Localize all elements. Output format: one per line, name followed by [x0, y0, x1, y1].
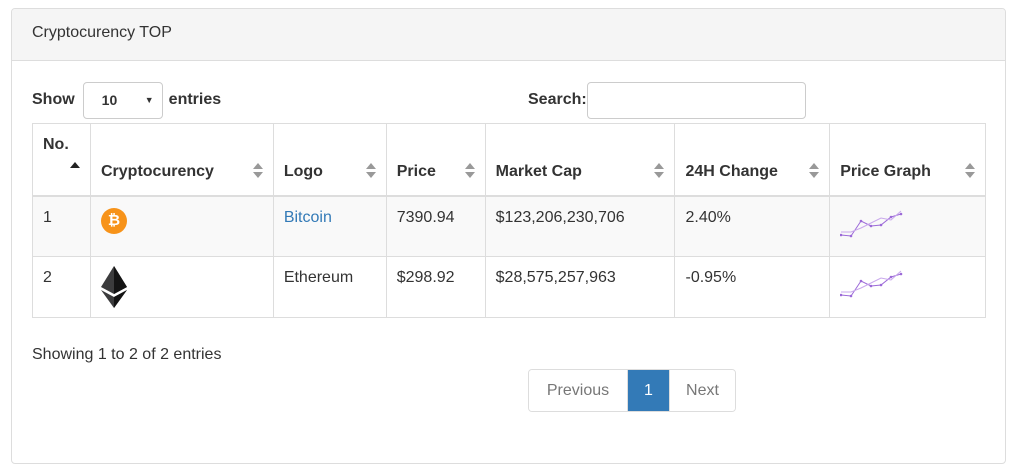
sort-icon: [809, 162, 820, 179]
price-sparkline: [839, 270, 903, 298]
table-row: 2 Ethereum $298.92 $28,575,257,963 -0.95…: [32, 256, 986, 318]
sort-icon: [965, 162, 975, 179]
column-header-price-graph[interactable]: Price Graph: [829, 123, 986, 197]
search-control: Search:: [528, 81, 806, 119]
table-row: 1 ₿ Bitcoin 7390.94 $123,206,230,706 2.4…: [32, 195, 986, 257]
column-header-24h-change[interactable]: 24H Change: [674, 123, 831, 197]
sort-ascending-icon: [70, 162, 80, 168]
cell-price-graph: [829, 195, 986, 257]
cell-cryptocurrency: [90, 256, 274, 318]
bitcoin-icon: ₿: [101, 207, 127, 234]
entries-select[interactable]: 10 ▼: [82, 81, 163, 119]
column-header-label: Price Graph: [840, 162, 931, 180]
cell-price-graph: [829, 256, 986, 318]
sort-icon: [252, 162, 263, 179]
previous-button[interactable]: Previous: [529, 370, 628, 411]
column-header-label: Market Cap: [495, 162, 582, 180]
column-header-price[interactable]: Price: [385, 123, 486, 197]
column-header-logo[interactable]: Logo: [272, 123, 387, 197]
caret-down-icon: ▼: [144, 95, 154, 105]
cell-market-cap: $123,206,230,706: [484, 195, 676, 257]
cell-no: 2: [32, 256, 91, 318]
column-header-label: No.: [43, 136, 69, 153]
column-header-label: Price: [396, 162, 436, 180]
sort-icon: [654, 162, 665, 179]
bitcoin-link[interactable]: Bitcoin: [284, 209, 332, 226]
cell-logo: Bitcoin: [272, 195, 387, 257]
price-sparkline: [839, 210, 903, 237]
crypto-table: No. Cryptocurency Logo Price Market Cap: [32, 123, 986, 318]
cell-price: $298.92: [385, 256, 486, 318]
sort-icon: [365, 162, 376, 179]
search-input[interactable]: [586, 81, 806, 119]
ethereum-icon: [101, 266, 127, 308]
search-label: Search:: [528, 91, 587, 108]
column-header-cryptocurrency[interactable]: Cryptocurency: [90, 123, 274, 197]
table-info: Showing 1 to 2 of 2 entries: [32, 346, 222, 363]
cell-24h-change: -0.95%: [674, 256, 831, 318]
cell-24h-change: 2.40%: [674, 195, 831, 257]
crypto-panel: Cryptocurency TOP Show 10 ▼ entries Sear…: [11, 8, 1006, 464]
entries-select-value: 10: [101, 92, 118, 108]
column-header-label: Logo: [283, 162, 323, 180]
column-header-label: Cryptocurency: [101, 162, 214, 180]
next-button[interactable]: Next: [669, 370, 735, 411]
cell-no: 1: [32, 195, 91, 257]
show-label: Show: [32, 91, 75, 108]
entries-label: entries: [168, 91, 222, 108]
entries-length-control: Show 10 ▼ entries: [32, 81, 221, 119]
sort-icon: [464, 162, 475, 179]
cell-cryptocurrency: ₿: [90, 195, 274, 257]
panel-title: Cryptocurency TOP: [12, 9, 1005, 61]
cell-price: 7390.94: [385, 195, 486, 257]
table-header-row: No. Cryptocurency Logo Price Market Cap: [32, 123, 986, 197]
cell-logo: Ethereum: [272, 256, 387, 318]
table-controls: Show 10 ▼ entries Search:: [32, 81, 985, 119]
column-header-market-cap[interactable]: Market Cap: [484, 123, 676, 197]
page-1-button[interactable]: 1: [628, 370, 669, 411]
pagination: Previous 1 Next: [528, 369, 736, 412]
column-header-label: 24H Change: [685, 162, 778, 180]
cell-market-cap: $28,575,257,963: [484, 256, 676, 318]
column-header-no[interactable]: No.: [32, 123, 91, 197]
